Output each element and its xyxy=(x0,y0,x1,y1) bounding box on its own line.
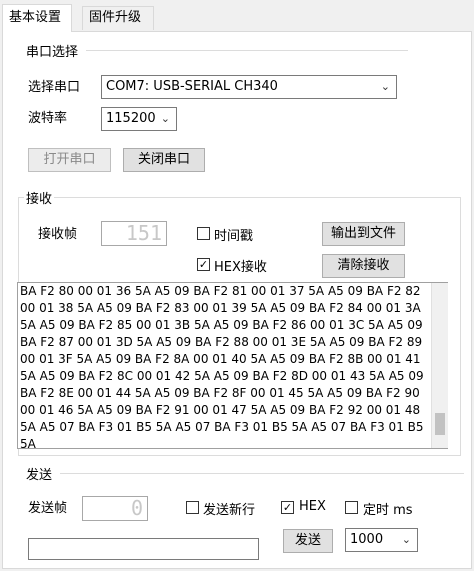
receive-log-line: 00 01 38 5A A5 09 BA F2 83 00 01 39 5A A… xyxy=(20,301,421,315)
port-select-value: COM7: USB-SERIAL CH340 xyxy=(106,79,278,94)
receive-log-line: BA F2 80 00 01 36 5A A5 09 BA F2 81 00 0… xyxy=(20,284,421,298)
send-button[interactable]: 发送 xyxy=(283,529,333,553)
send-frame-counter: 0 xyxy=(82,496,148,521)
send-newline-label: 发送新行 xyxy=(203,503,256,518)
send-input[interactable] xyxy=(28,538,259,560)
send-hex-checkbox[interactable]: ✓ xyxy=(281,501,294,514)
tab-firmware-upgrade[interactable]: 固件升级 xyxy=(82,6,154,30)
receive-log-line: BA F2 87 00 01 3D 5A A5 09 BA F2 88 00 0… xyxy=(20,335,423,349)
send-newline-checkbox[interactable] xyxy=(186,501,199,514)
receive-group-title: 接收 xyxy=(24,188,55,207)
receive-log-scroll-thumb[interactable] xyxy=(435,413,445,435)
receive-log-line: BA F2 8E 00 01 44 5A A5 09 BA F2 8F 00 0… xyxy=(20,386,420,400)
baud-label: 波特率 xyxy=(28,111,68,126)
send-group-divider xyxy=(60,473,464,474)
tab-basic-settings-label: 基本设置 xyxy=(9,10,62,25)
baud-select[interactable]: 115200 ⌄ xyxy=(101,107,177,131)
hex-receive-label: HEX接收 xyxy=(214,260,267,275)
receive-frame-label: 接收帧 xyxy=(38,227,78,242)
receive-log-line: 00 01 46 5A A5 09 BA F2 91 00 01 47 5A A… xyxy=(20,403,421,417)
tab-basic-settings[interactable]: 基本设置 xyxy=(2,4,72,32)
receive-frame-counter: 151 xyxy=(101,221,167,246)
checkmark-icon: ✓ xyxy=(282,501,293,514)
serial-group-divider xyxy=(86,50,408,51)
checkmark-icon: ✓ xyxy=(198,258,209,271)
serial-group-title: 串口选择 xyxy=(26,45,79,60)
timer-label: 定时 ms xyxy=(363,503,413,518)
timestamp-checkbox[interactable] xyxy=(197,227,210,240)
send-group-title: 发送 xyxy=(26,468,53,483)
clear-receive-button[interactable]: 清除接收 xyxy=(322,254,405,278)
interval-select[interactable]: 1000 ⌄ xyxy=(345,528,418,552)
tab-firmware-upgrade-label: 固件升级 xyxy=(89,10,142,25)
receive-log-scrollbar[interactable] xyxy=(431,283,448,448)
port-label: 选择串口 xyxy=(28,80,81,95)
chevron-down-icon: ⌄ xyxy=(160,112,170,125)
timer-checkbox[interactable] xyxy=(345,501,358,514)
close-port-button[interactable]: 关闭串口 xyxy=(123,148,205,172)
send-hex-label: HEX xyxy=(299,499,326,514)
send-frame-label: 发送帧 xyxy=(28,501,68,516)
tab-bar: 基本设置 固件升级 xyxy=(0,0,474,32)
chevron-down-icon: ⌄ xyxy=(380,80,390,93)
export-to-file-button[interactable]: 输出到文件 xyxy=(322,222,405,246)
receive-log-line: 5A A5 09 BA F2 85 00 01 3B 5A A5 09 BA F… xyxy=(20,318,423,332)
open-port-button[interactable]: 打开串口 xyxy=(28,148,111,172)
interval-select-value: 1000 xyxy=(350,532,384,547)
baud-select-value: 115200 xyxy=(106,111,156,126)
receive-log-line: 5A A5 09 BA F2 8C 00 01 42 5A A5 09 BA F… xyxy=(20,369,424,383)
receive-log-line: 5A xyxy=(20,437,36,449)
receive-log-line: 5A A5 07 BA F3 01 B5 5A A5 07 BA F3 01 B… xyxy=(20,420,424,434)
hex-receive-checkbox[interactable]: ✓ xyxy=(197,258,210,271)
timestamp-label: 时间戳 xyxy=(214,229,254,244)
receive-log[interactable]: BA F2 80 00 01 36 5A A5 09 BA F2 81 00 0… xyxy=(17,282,448,449)
chevron-down-icon: ⌄ xyxy=(401,533,411,546)
port-select[interactable]: COM7: USB-SERIAL CH340 ⌄ xyxy=(101,75,397,99)
receive-log-line: 00 01 3F 5A A5 09 BA F2 8A 00 01 40 5A A… xyxy=(20,352,421,366)
